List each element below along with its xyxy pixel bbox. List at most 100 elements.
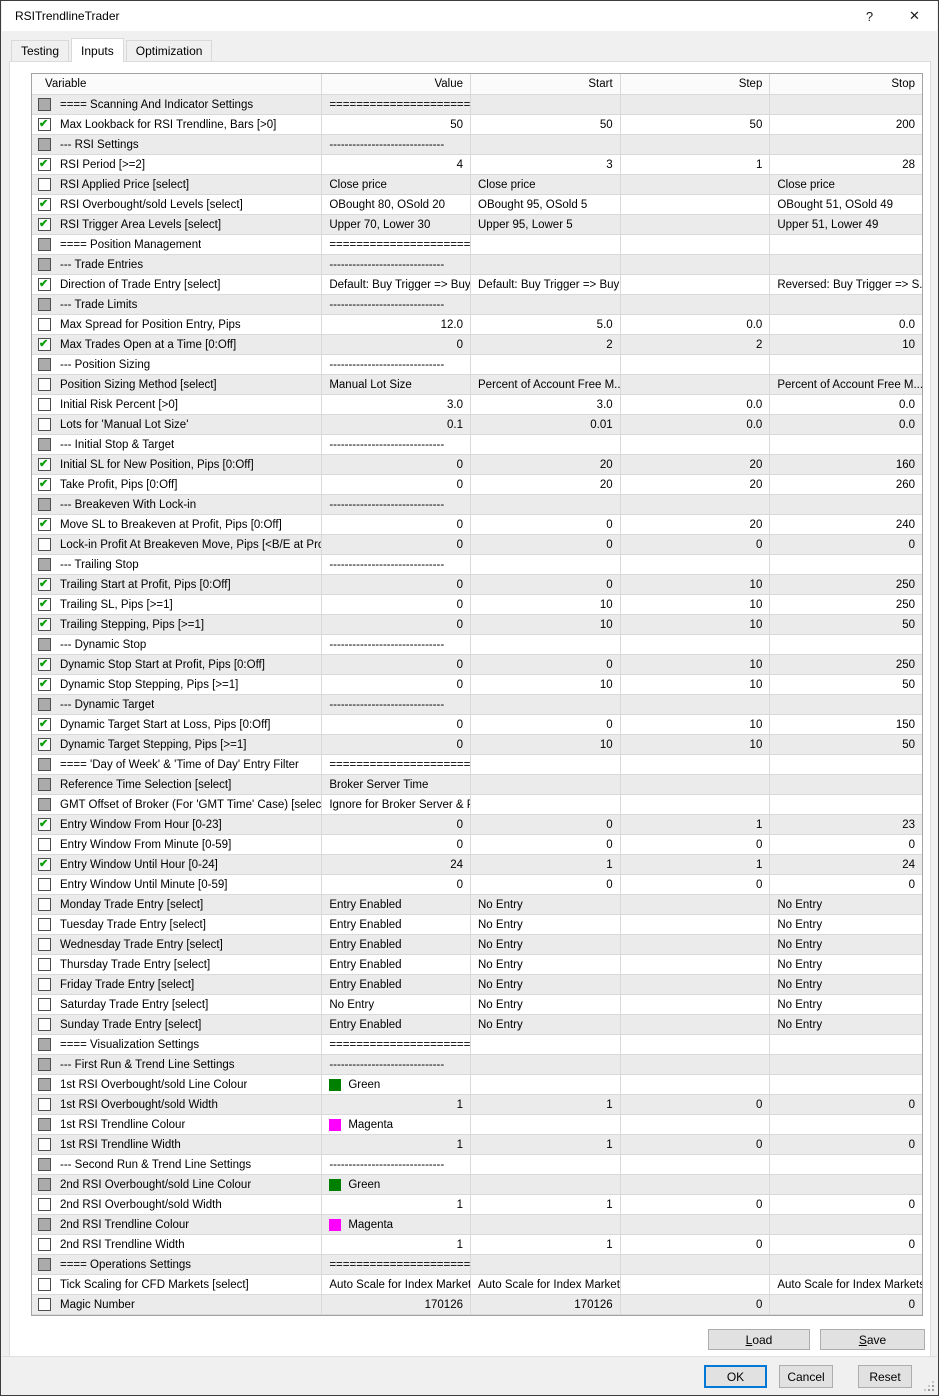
table-row[interactable]: RSI Overbought/sold Levels [select] OBou… bbox=[32, 195, 922, 215]
value-cell[interactable]: 0 bbox=[322, 335, 471, 355]
start-cell[interactable]: 0.01 bbox=[471, 415, 621, 435]
table-row[interactable]: --- Position Sizing --------------------… bbox=[32, 355, 922, 375]
stop-cell[interactable] bbox=[770, 1255, 922, 1275]
table-row[interactable]: Direction of Trade Entry [select] Defaul… bbox=[32, 275, 922, 295]
start-cell[interactable] bbox=[471, 235, 621, 255]
stop-cell[interactable]: 0.0 bbox=[770, 315, 922, 335]
step-cell[interactable]: 0 bbox=[621, 835, 771, 855]
value-cell[interactable]: 50 bbox=[322, 115, 471, 135]
value-cell[interactable]: Magenta bbox=[322, 1115, 471, 1135]
table-row[interactable]: RSI Period [>=2] 4 3 1 28 bbox=[32, 155, 922, 175]
value-cell[interactable]: 4 bbox=[322, 155, 471, 175]
value-cell[interactable]: ===================================== bbox=[322, 235, 471, 255]
start-cell[interactable] bbox=[471, 635, 621, 655]
table-row[interactable]: Move SL to Breakeven at Profit, Pips [0:… bbox=[32, 515, 922, 535]
value-cell[interactable]: 0 bbox=[322, 455, 471, 475]
table-row[interactable]: --- Second Run & Trend Line Settings ---… bbox=[32, 1155, 922, 1175]
table-row[interactable]: 2nd RSI Trendline Colour Magenta bbox=[32, 1215, 922, 1235]
stop-cell[interactable]: 200 bbox=[770, 115, 922, 135]
step-cell[interactable] bbox=[621, 1035, 771, 1055]
optimize-checkbox[interactable] bbox=[38, 398, 51, 411]
step-cell[interactable]: 0 bbox=[621, 1195, 771, 1215]
start-cell[interactable]: 1 bbox=[471, 855, 621, 875]
table-row[interactable]: ==== 'Day of Week' & 'Time of Day' Entry… bbox=[32, 755, 922, 775]
step-cell[interactable] bbox=[621, 295, 771, 315]
value-cell[interactable]: ------------------------------ bbox=[322, 555, 471, 575]
optimize-checkbox[interactable] bbox=[38, 958, 51, 971]
step-cell[interactable]: 2 bbox=[621, 335, 771, 355]
table-row[interactable]: Trailing Stepping, Pips [>=1] 0 10 10 50 bbox=[32, 615, 922, 635]
optimize-checkbox[interactable] bbox=[38, 758, 51, 771]
start-cell[interactable]: 20 bbox=[471, 475, 621, 495]
optimize-checkbox[interactable] bbox=[38, 298, 51, 311]
step-cell[interactable]: 10 bbox=[621, 715, 771, 735]
start-cell[interactable]: 10 bbox=[471, 735, 621, 755]
optimize-checkbox[interactable] bbox=[38, 738, 51, 751]
stop-cell[interactable]: 150 bbox=[770, 715, 922, 735]
start-cell[interactable]: 10 bbox=[471, 595, 621, 615]
step-cell[interactable] bbox=[621, 355, 771, 375]
optimize-checkbox[interactable] bbox=[38, 998, 51, 1011]
optimize-checkbox[interactable] bbox=[38, 798, 51, 811]
optimize-checkbox[interactable] bbox=[38, 698, 51, 711]
step-cell[interactable] bbox=[621, 1115, 771, 1135]
value-cell[interactable]: ------------------------------ bbox=[322, 495, 471, 515]
optimize-checkbox[interactable] bbox=[38, 598, 51, 611]
optimize-checkbox[interactable] bbox=[38, 198, 51, 211]
stop-cell[interactable]: 0.0 bbox=[770, 415, 922, 435]
optimize-checkbox[interactable] bbox=[38, 258, 51, 271]
step-cell[interactable] bbox=[621, 1275, 771, 1295]
stop-cell[interactable]: 0 bbox=[770, 835, 922, 855]
start-cell[interactable] bbox=[471, 1175, 621, 1195]
table-row[interactable]: --- First Run & Trend Line Settings ----… bbox=[32, 1055, 922, 1075]
value-cell[interactable]: Green bbox=[322, 1175, 471, 1195]
optimize-checkbox[interactable] bbox=[38, 1278, 51, 1291]
step-cell[interactable]: 0 bbox=[621, 1295, 771, 1315]
value-cell[interactable]: Entry Enabled bbox=[322, 975, 471, 995]
optimize-checkbox[interactable] bbox=[38, 1018, 51, 1031]
start-cell[interactable]: 0 bbox=[471, 875, 621, 895]
table-row[interactable]: --- Trade Limits -----------------------… bbox=[32, 295, 922, 315]
table-row[interactable]: 1st RSI Overbought/sold Width 1 1 0 0 bbox=[32, 1095, 922, 1115]
value-cell[interactable]: ------------------------------ bbox=[322, 635, 471, 655]
value-cell[interactable]: OBought 80, OSold 20 bbox=[322, 195, 471, 215]
table-row[interactable]: Entry Window From Minute [0-59] 0 0 0 0 bbox=[32, 835, 922, 855]
start-cell[interactable]: 0 bbox=[471, 815, 621, 835]
optimize-checkbox[interactable] bbox=[38, 358, 51, 371]
start-cell[interactable]: 1 bbox=[471, 1235, 621, 1255]
step-cell[interactable] bbox=[621, 755, 771, 775]
stop-cell[interactable]: 250 bbox=[770, 595, 922, 615]
start-cell[interactable] bbox=[471, 355, 621, 375]
stop-cell[interactable]: 0 bbox=[770, 1095, 922, 1115]
start-cell[interactable]: No Entry bbox=[471, 935, 621, 955]
table-row[interactable]: Dynamic Stop Stepping, Pips [>=1] 0 10 1… bbox=[32, 675, 922, 695]
stop-cell[interactable] bbox=[770, 555, 922, 575]
stop-cell[interactable]: 160 bbox=[770, 455, 922, 475]
optimize-checkbox[interactable] bbox=[38, 1178, 51, 1191]
table-row[interactable]: GMT Offset of Broker (For 'GMT Time' Cas… bbox=[32, 795, 922, 815]
step-cell[interactable] bbox=[621, 1215, 771, 1235]
tab-inputs[interactable]: Inputs bbox=[71, 38, 124, 62]
value-cell[interactable]: 1 bbox=[322, 1195, 471, 1215]
stop-cell[interactable] bbox=[770, 295, 922, 315]
step-cell[interactable] bbox=[621, 1015, 771, 1035]
table-row[interactable]: 2nd RSI Overbought/sold Width 1 1 0 0 bbox=[32, 1195, 922, 1215]
step-cell[interactable]: 0.0 bbox=[621, 315, 771, 335]
start-cell[interactable]: 2 bbox=[471, 335, 621, 355]
stop-cell[interactable] bbox=[770, 1055, 922, 1075]
table-row[interactable]: ==== Scanning And Indicator Settings ===… bbox=[32, 95, 922, 115]
table-row[interactable]: RSI Trigger Area Levels [select] Upper 7… bbox=[32, 215, 922, 235]
table-row[interactable]: 2nd RSI Trendline Width 1 1 0 0 bbox=[32, 1235, 922, 1255]
optimize-checkbox[interactable] bbox=[38, 498, 51, 511]
start-cell[interactable]: Default: Buy Trigger => Buy ... bbox=[471, 275, 621, 295]
value-cell[interactable]: Entry Enabled bbox=[322, 915, 471, 935]
stop-cell[interactable] bbox=[770, 695, 922, 715]
value-cell[interactable]: 0 bbox=[322, 615, 471, 635]
stop-cell[interactable]: 250 bbox=[770, 575, 922, 595]
start-cell[interactable] bbox=[471, 1215, 621, 1235]
table-row[interactable]: Monday Trade Entry [select] Entry Enable… bbox=[32, 895, 922, 915]
step-cell[interactable] bbox=[621, 435, 771, 455]
table-row[interactable]: --- Trailing Stop ----------------------… bbox=[32, 555, 922, 575]
table-row[interactable]: Tuesday Trade Entry [select] Entry Enabl… bbox=[32, 915, 922, 935]
stop-cell[interactable]: 23 bbox=[770, 815, 922, 835]
